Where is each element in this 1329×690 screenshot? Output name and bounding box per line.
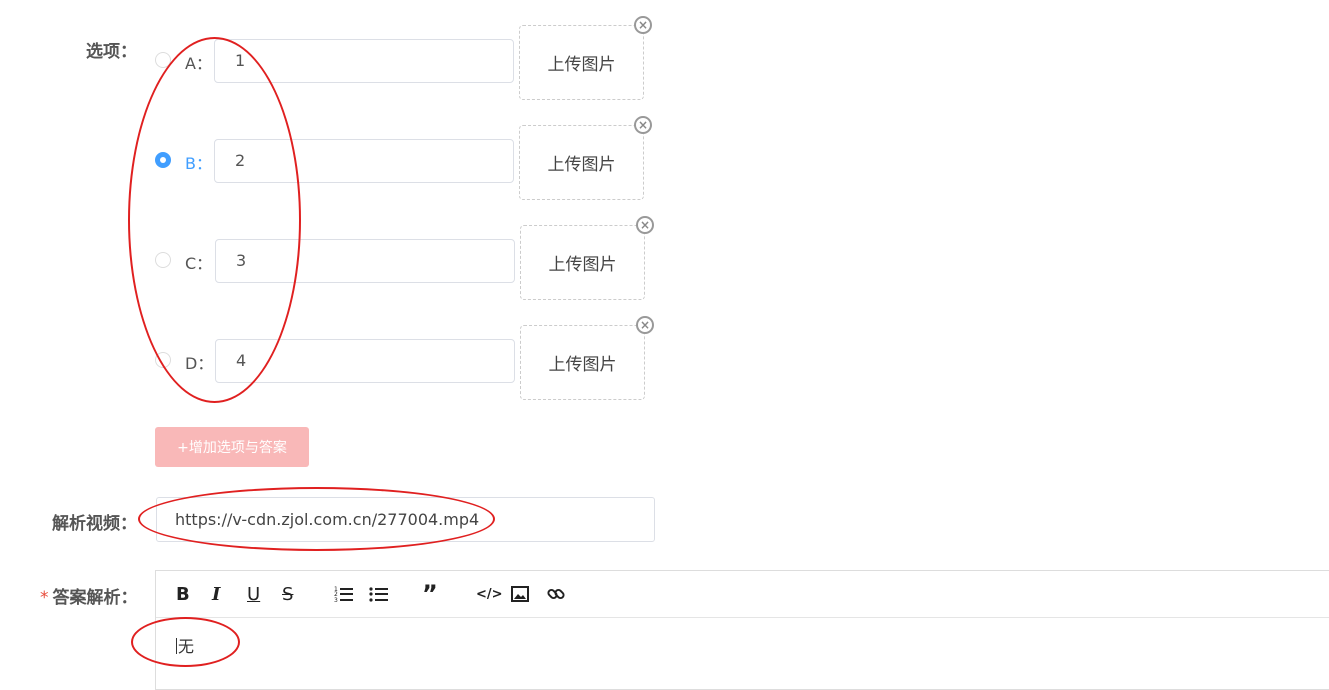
quote-icon[interactable]: ”	[422, 580, 438, 608]
underline-icon[interactable]: U	[247, 583, 260, 605]
option-row-d: D： 4 上传图片 ×	[0, 316, 700, 400]
bold-icon[interactable]: B	[176, 583, 190, 605]
close-icon[interactable]: ×	[634, 16, 652, 34]
option-b-radio[interactable]	[155, 152, 171, 168]
option-b-upload-button[interactable]: 上传图片	[519, 125, 644, 200]
rich-text-editor: B I U S 123 ” </> 无	[155, 570, 1329, 690]
video-label: 解析视频：	[52, 514, 137, 534]
close-icon[interactable]: ×	[636, 316, 654, 334]
code-icon[interactable]: </>	[476, 583, 503, 605]
option-d-letter: D：	[185, 354, 214, 373]
required-mark: *	[40, 588, 49, 608]
ordered-list-icon[interactable]: 123	[334, 583, 354, 605]
option-b-letter: B：	[185, 154, 212, 173]
bullet-list-icon[interactable]	[369, 583, 389, 605]
add-option-button[interactable]: +增加选项与答案	[155, 427, 309, 467]
close-icon[interactable]: ×	[634, 116, 652, 134]
option-row-c: C： 3 上传图片 ×	[0, 216, 700, 300]
italic-icon[interactable]: I	[212, 583, 220, 605]
analysis-text: 无	[178, 637, 195, 656]
option-d-input[interactable]: 4	[215, 339, 515, 383]
option-b-input[interactable]: 2	[214, 139, 514, 183]
image-icon[interactable]	[511, 583, 529, 605]
upload-label: 上传图片	[547, 155, 616, 175]
link-icon[interactable]	[546, 583, 566, 605]
option-a-upload-button[interactable]: 上传图片	[519, 25, 644, 100]
option-row-a: A： 1 上传图片 ×	[0, 16, 700, 100]
option-c-radio[interactable]	[155, 252, 171, 268]
option-d-upload-button[interactable]: 上传图片	[520, 325, 645, 400]
option-c-input[interactable]: 3	[215, 239, 515, 283]
analysis-label: * 答案解析：	[40, 583, 138, 608]
option-d-radio[interactable]	[155, 352, 171, 368]
option-a-radio[interactable]	[155, 52, 171, 68]
upload-label: 上传图片	[548, 255, 617, 275]
upload-label: 上传图片	[548, 355, 617, 375]
upload-label: 上传图片	[547, 55, 616, 75]
option-c-letter: C：	[185, 254, 213, 273]
svg-text:3: 3	[334, 597, 338, 603]
editor-content[interactable]: 无	[176, 633, 194, 657]
option-c-upload-button[interactable]: 上传图片	[520, 225, 645, 300]
option-a-input[interactable]: 1	[214, 39, 514, 83]
close-icon[interactable]: ×	[636, 216, 654, 234]
text-cursor	[176, 638, 177, 654]
option-row-b: B： 2 上传图片 ×	[0, 116, 700, 200]
video-url-input[interactable]: https://v-cdn.zjol.com.cn/277004.mp4	[156, 497, 655, 542]
strikethrough-icon[interactable]: S	[282, 583, 293, 605]
editor-toolbar: B I U S 123 ” </>	[156, 571, 1329, 618]
option-a-letter: A：	[185, 54, 212, 73]
analysis-label-text: 答案解析：	[52, 588, 138, 608]
